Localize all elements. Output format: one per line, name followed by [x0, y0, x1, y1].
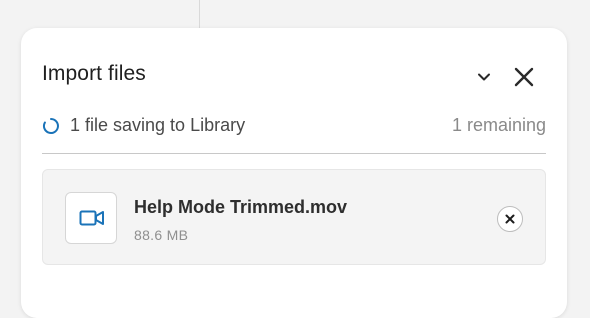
file-thumbnail [65, 192, 117, 244]
remaining-count: 1 remaining [451, 115, 546, 135]
file-list-item: Help Mode Trimmed.mov 88.6 MB [42, 169, 546, 265]
status-text: 1 file saving to Library [70, 115, 246, 135]
remove-file-button[interactable] [497, 206, 523, 232]
close-button[interactable] [511, 64, 537, 90]
background-divider [199, 0, 200, 28]
collapse-button[interactable] [473, 66, 495, 88]
dialog-title: Import files [42, 62, 146, 85]
close-small-icon [505, 214, 515, 224]
spinner-icon [42, 118, 59, 134]
chevron-down-icon [478, 73, 490, 81]
import-files-dialog: Import files 1 file saving to Library 1 … [21, 28, 567, 318]
close-icon [514, 67, 534, 87]
divider [42, 153, 546, 154]
file-name: Help Mode Trimmed.mov [134, 197, 348, 217]
upload-status-row: 1 file saving to Library 1 remaining [42, 114, 546, 138]
file-size: 88.6 MB [134, 227, 189, 243]
video-camera-icon [79, 210, 104, 226]
